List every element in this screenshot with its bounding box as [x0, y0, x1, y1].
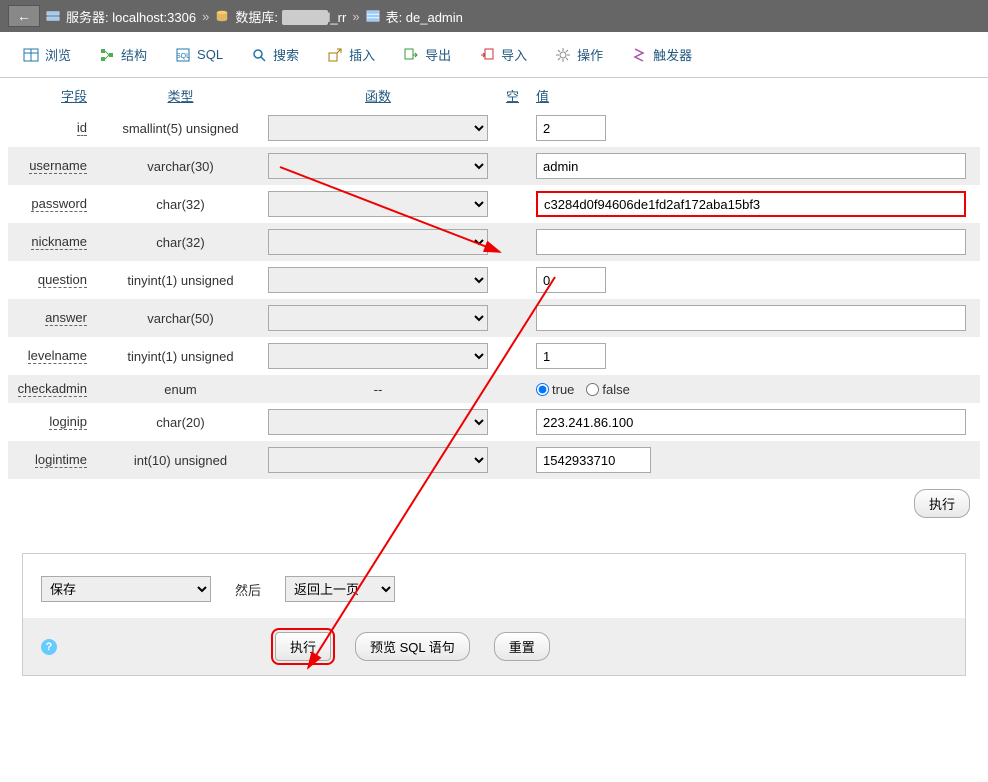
function-select[interactable] [268, 343, 488, 369]
header-null[interactable]: 空 [506, 89, 519, 104]
value-input[interactable] [536, 229, 966, 255]
breadcrumb-sep: » [352, 9, 359, 24]
save-select[interactable]: 保存 [41, 576, 211, 602]
field-type: tinyint(1) unsigned [103, 337, 258, 375]
function-select[interactable] [268, 409, 488, 435]
field-type: tinyint(1) unsigned [103, 261, 258, 299]
field-type: char(20) [103, 403, 258, 441]
back-button[interactable]: ← [8, 5, 40, 27]
structure-icon [99, 47, 115, 63]
tab-import[interactable]: 导入 [466, 38, 540, 71]
table-icon [366, 9, 380, 23]
header-value[interactable]: 值 [536, 89, 549, 104]
field-label: nickname [31, 234, 87, 250]
field-label: logintime [35, 452, 87, 468]
browse-icon [23, 47, 39, 63]
tab-export[interactable]: 导出 [390, 38, 464, 71]
help-icon[interactable]: ? [41, 639, 57, 655]
export-icon [403, 47, 419, 63]
field-label: id [77, 120, 87, 136]
field-type: smallint(5) unsigned [103, 109, 258, 147]
field-label: checkadmin [18, 381, 87, 397]
field-label: loginip [49, 414, 87, 430]
field-label: username [29, 158, 87, 174]
table-row: username varchar(30) [8, 147, 980, 185]
field-label: password [31, 196, 87, 212]
value-input[interactable] [536, 343, 606, 369]
value-input[interactable] [536, 115, 606, 141]
function-static: -- [258, 375, 498, 403]
header-field[interactable]: 字段 [61, 89, 87, 104]
table-row: answer varchar(50) [8, 299, 980, 337]
field-type: enum [103, 375, 258, 403]
fields-table: 字段 类型 函数 空 值 idsmallint(5) unsignedusern… [8, 82, 980, 479]
tab-search[interactable]: 搜索 [238, 38, 312, 71]
execute-button-bottom[interactable]: 执行 [275, 632, 331, 661]
table-row: loginip char(20) [8, 403, 980, 441]
tab-triggers[interactable]: 触发器 [618, 38, 705, 71]
breadcrumb-table[interactable]: 表: de_admin [386, 7, 463, 26]
breadcrumb-server[interactable]: 服务器: localhost:3306 [66, 7, 196, 26]
execute-button-top[interactable]: 执行 [914, 489, 970, 518]
table-row: password char(32) [8, 185, 980, 223]
table-row: id smallint(5) unsigned [8, 109, 980, 147]
breadcrumb-sep: » [202, 9, 209, 24]
function-select[interactable] [268, 305, 488, 331]
function-select[interactable] [268, 191, 488, 217]
tab-browse[interactable]: 浏览 [10, 38, 84, 71]
then-label: 然后 [235, 580, 261, 599]
function-select[interactable] [268, 153, 488, 179]
field-type: char(32) [103, 223, 258, 261]
function-select[interactable] [268, 229, 488, 255]
table-row: logintime int(10) unsigned [8, 441, 980, 479]
field-type: varchar(50) [103, 299, 258, 337]
tab-sql[interactable]: SQLSQL [162, 38, 236, 71]
table-row: levelname tinyint(1) unsigned [8, 337, 980, 375]
value-input[interactable] [536, 409, 966, 435]
table-row: checkadmin enum-- truefalse [8, 375, 980, 403]
tab-insert[interactable]: 插入 [314, 38, 388, 71]
server-icon [46, 9, 60, 23]
field-type: char(32) [103, 185, 258, 223]
field-label: question [38, 272, 87, 288]
bottom-panel: 保存 然后 返回上一页 ? 执行 预览 SQL 语句 重置 [22, 553, 966, 676]
search-icon [251, 47, 267, 63]
value-input[interactable] [536, 153, 966, 179]
toolbar: 浏览 结构 SQLSQL 搜索 插入 导出 导入 操作 触发器 [0, 32, 988, 78]
trigger-icon [631, 47, 647, 63]
sql-icon: SQL [175, 47, 191, 63]
value-input[interactable] [536, 191, 966, 217]
field-type: varchar(30) [103, 147, 258, 185]
field-type: int(10) unsigned [103, 441, 258, 479]
reset-button[interactable]: 重置 [494, 632, 550, 661]
database-icon [215, 9, 229, 23]
radio-false[interactable] [586, 383, 599, 396]
breadcrumb: ← 服务器: localhost:3306 » 数据库: xxxxl_rr » … [0, 0, 988, 32]
function-select[interactable] [268, 447, 488, 473]
gear-icon [555, 47, 571, 63]
preview-sql-button[interactable]: 预览 SQL 语句 [355, 632, 470, 661]
tab-operations[interactable]: 操作 [542, 38, 616, 71]
table-row: question tinyint(1) unsigned [8, 261, 980, 299]
field-label: levelname [28, 348, 87, 364]
svg-text:SQL: SQL [176, 53, 190, 60]
header-type[interactable]: 类型 [167, 89, 193, 104]
import-icon [479, 47, 495, 63]
value-input[interactable] [536, 267, 606, 293]
breadcrumb-db[interactable]: 数据库: xxxxl_rr [235, 7, 346, 26]
goback-select[interactable]: 返回上一页 [285, 576, 395, 602]
header-function[interactable]: 函数 [365, 89, 391, 104]
function-select[interactable] [268, 115, 488, 141]
function-select[interactable] [268, 267, 488, 293]
radio-true[interactable] [536, 383, 549, 396]
tab-structure[interactable]: 结构 [86, 38, 160, 71]
enum-radio-group: truefalse [536, 382, 972, 397]
table-row: nickname char(32) [8, 223, 980, 261]
insert-icon [327, 47, 343, 63]
value-input[interactable] [536, 447, 651, 473]
value-input[interactable] [536, 305, 966, 331]
field-label: answer [45, 310, 87, 326]
